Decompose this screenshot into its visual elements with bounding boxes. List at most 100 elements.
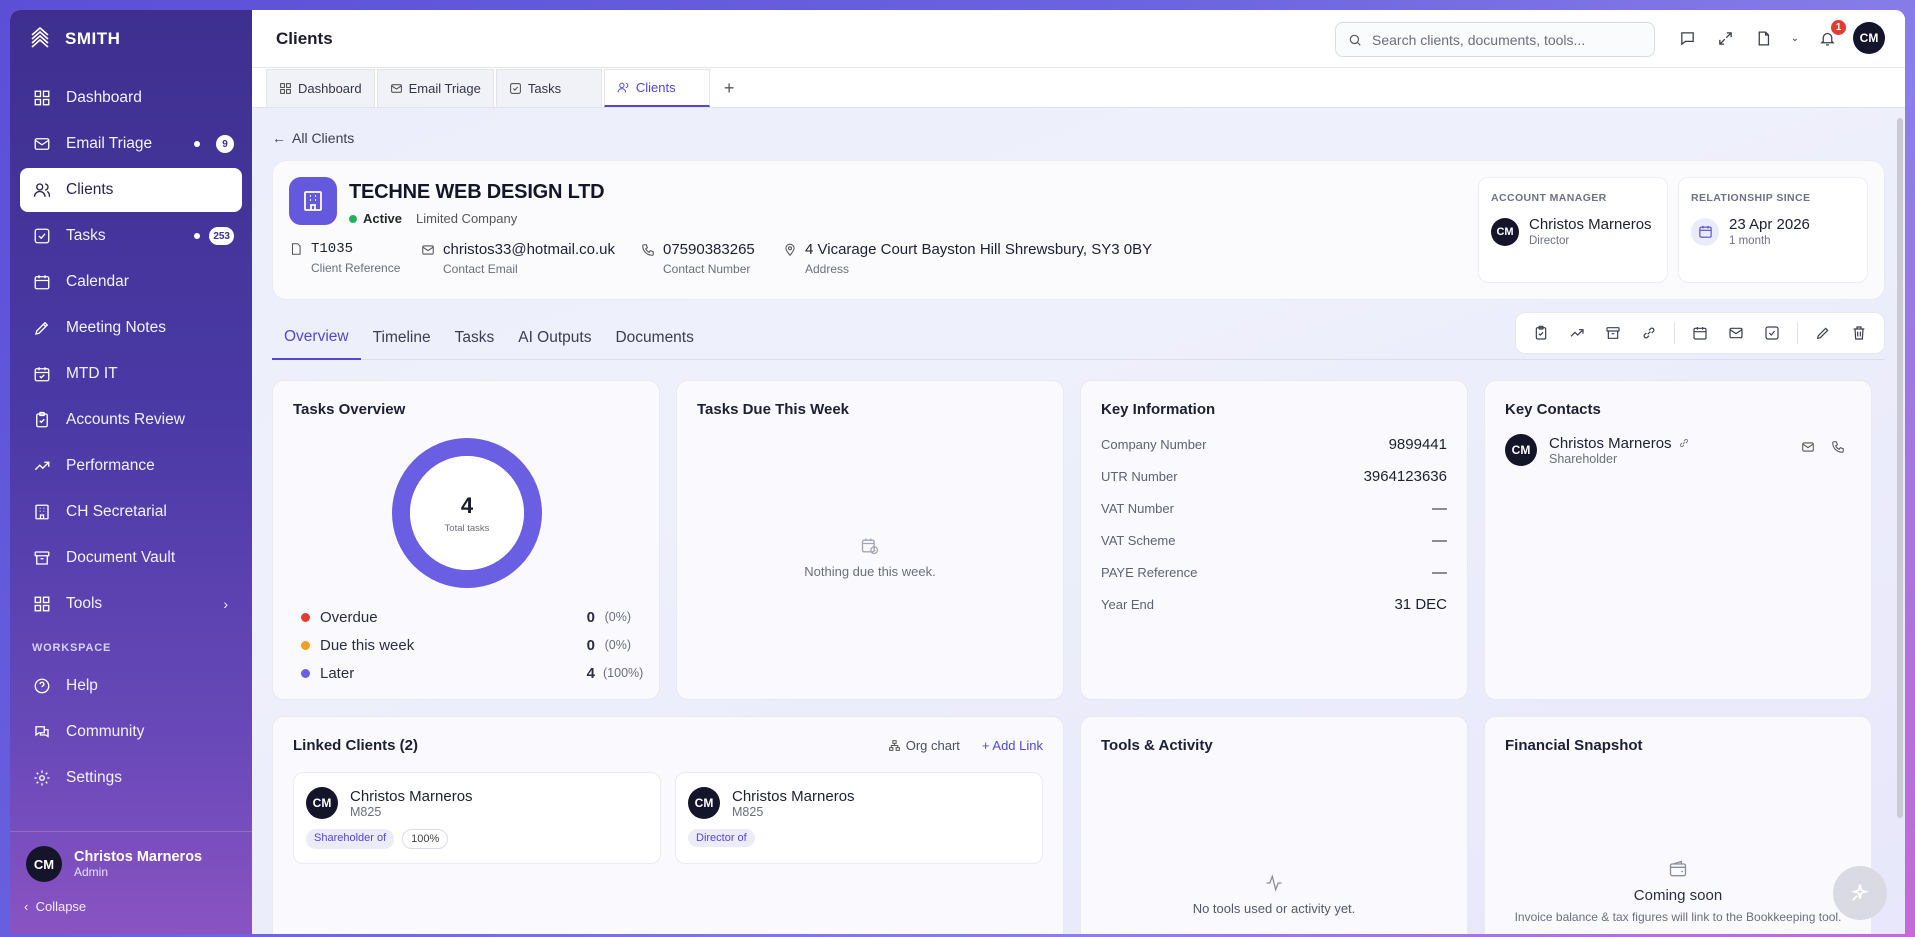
subtab-ai-outputs[interactable]: AI Outputs: [506, 316, 603, 360]
linked-client-item[interactable]: CM Christos Marneros M825 Director of: [675, 772, 1043, 864]
gear-icon: [32, 768, 52, 788]
sidebar-item-label: Clients: [66, 181, 114, 198]
divider: [1797, 322, 1798, 344]
tab-label: Clients: [635, 80, 676, 95]
add-tab-button[interactable]: +: [712, 69, 747, 107]
sidebar-item-email-triage[interactable]: Email Triage 9: [20, 122, 242, 166]
sidebar-item-settings[interactable]: Settings: [20, 756, 242, 800]
account-manager-name: Christos Marneros: [1529, 216, 1652, 233]
page-title: Clients: [276, 28, 333, 48]
sidebar-item-clients[interactable]: Clients: [20, 168, 242, 212]
notification-badge: 1: [1831, 20, 1846, 35]
collapse-button[interactable]: ‹ Collapse: [24, 899, 86, 914]
user-profile[interactable]: CM Christos Marneros Admin: [10, 831, 252, 882]
client-reference-value: T1035: [311, 241, 354, 257]
card-title: Key Information: [1101, 401, 1216, 418]
subtab-documents[interactable]: Documents: [603, 316, 705, 360]
relationship-since-box: RELATIONSHIP SINCE 23 Apr 2026 1 month: [1678, 177, 1868, 283]
top-icons: ⌄ 1 CM: [1675, 20, 1885, 54]
dropdown-button[interactable]: ⌄: [1789, 26, 1801, 50]
info-value: 3964123636: [1363, 467, 1447, 485]
client-logo: [289, 177, 337, 225]
card-title: Tasks Due This Week: [697, 401, 850, 418]
sidebar-item-label: Tasks: [66, 227, 106, 244]
sidebar-item-community[interactable]: Community: [20, 710, 242, 754]
sidebar-item-label: Performance: [66, 457, 155, 474]
scrollbar[interactable]: [1897, 118, 1903, 818]
info-label: Company Number: [1101, 436, 1207, 452]
back-to-clients-link[interactable]: ← All Clients: [272, 130, 354, 146]
sidebar-item-accounts-review[interactable]: Accounts Review: [20, 398, 242, 442]
client-header-card: TECHNE WEB DESIGN LTD Active Limited Com…: [272, 160, 1885, 300]
subtab-timeline[interactable]: Timeline: [361, 316, 443, 360]
sidebar-item-label: Help: [66, 677, 98, 694]
overview-grid-row-2: Linked Clients (2) Org chart + Add Link: [272, 716, 1885, 934]
add-link-button[interactable]: + Add Link: [982, 738, 1043, 753]
card-title: Financial Snapshot: [1505, 737, 1643, 754]
delete-button[interactable]: [1844, 318, 1874, 348]
messages-button[interactable]: [1675, 26, 1699, 50]
link-icon: [1679, 438, 1688, 448]
subtab-overview[interactable]: Overview: [272, 316, 361, 360]
clipboard-button[interactable]: [1526, 318, 1556, 348]
performance-button[interactable]: [1562, 318, 1592, 348]
search-input[interactable]: [1372, 31, 1632, 48]
edit-button[interactable]: [1808, 318, 1838, 348]
tasks-legend: Overdue 0 (0%) Due this week 0 (0%) Late…: [301, 603, 643, 687]
contact-email-label: Contact Email: [443, 262, 518, 276]
sparkle-icon: [1850, 884, 1870, 901]
tab-clients[interactable]: Clients: [603, 69, 710, 107]
document-button[interactable]: [1751, 26, 1775, 50]
brand-name: SMITH: [65, 29, 121, 48]
arrow-left-icon: ←: [272, 130, 286, 146]
client-reference-label: Client Reference: [311, 261, 401, 275]
relationship-label: RELATIONSHIP SINCE: [1691, 192, 1811, 204]
sidebar-item-tools[interactable]: Tools ›: [20, 582, 242, 626]
building-icon: [32, 502, 52, 522]
sidebar-item-performance[interactable]: Performance: [20, 444, 242, 488]
legend-value: 4: [586, 664, 595, 682]
search-box[interactable]: [1335, 22, 1655, 57]
link-button[interactable]: [1634, 318, 1664, 348]
sidebar-item-document-vault[interactable]: Document Vault: [20, 536, 242, 580]
subtab-tasks[interactable]: Tasks: [443, 316, 507, 360]
ai-assistant-button[interactable]: [1833, 866, 1887, 920]
tab-tasks[interactable]: Tasks: [495, 69, 602, 107]
relationship-tag: Shareholder of: [306, 829, 395, 849]
email-contact-button[interactable]: [1801, 440, 1815, 459]
count-badge: 253: [209, 227, 234, 245]
plus-icon: +: [723, 77, 735, 98]
unread-dot: [194, 233, 200, 239]
sidebar-item-meeting-notes[interactable]: Meeting Notes: [20, 306, 242, 350]
org-chart-button[interactable]: Org chart: [888, 738, 960, 753]
notifications-button[interactable]: 1: [1815, 20, 1846, 50]
calendar-check-icon: [32, 364, 52, 384]
sidebar-item-mtd-it[interactable]: MTD IT: [20, 352, 242, 396]
logo-icon: [31, 26, 49, 48]
sidebar-item-tasks[interactable]: Tasks 253: [20, 214, 242, 258]
call-contact-button[interactable]: [1831, 440, 1845, 459]
contact-item[interactable]: CM Christos Marneros Shareholder: [1505, 434, 1851, 466]
client-name: TECHNE WEB DESIGN LTD: [349, 181, 605, 203]
sidebar-item-help[interactable]: Help: [20, 664, 242, 708]
email-button[interactable]: [1721, 318, 1751, 348]
sidebar-item-label: Meeting Notes: [66, 319, 166, 336]
sidebar-item-calendar[interactable]: Calendar: [20, 260, 242, 304]
client-content: ← All Clients TECHNE WEB DESIGN LTD Acti…: [272, 130, 1885, 934]
task-button[interactable]: [1757, 318, 1787, 348]
archive-button[interactable]: [1598, 318, 1628, 348]
brand[interactable]: SMITH: [10, 10, 252, 68]
sidebar-item-label: Document Vault: [66, 549, 176, 566]
contact-email-value[interactable]: christos33@hotmail.co.uk: [443, 241, 615, 258]
linked-client-item[interactable]: CM Christos Marneros M825 Shareholder of…: [293, 772, 661, 864]
sidebar-item-dashboard[interactable]: Dashboard: [20, 76, 242, 120]
sidebar-item-ch-secretarial[interactable]: CH Secretarial: [20, 490, 242, 534]
tab-email-triage[interactable]: Email Triage: [376, 69, 494, 107]
expand-button[interactable]: [1713, 26, 1737, 50]
calendar-button[interactable]: [1685, 318, 1715, 348]
tab-dashboard[interactable]: Dashboard: [266, 69, 375, 107]
contact-number-value[interactable]: 07590383265: [663, 241, 755, 258]
sidebar-item-label: Tools: [66, 595, 103, 612]
calendar-icon: [1693, 327, 1707, 340]
user-avatar[interactable]: CM: [1853, 22, 1885, 54]
